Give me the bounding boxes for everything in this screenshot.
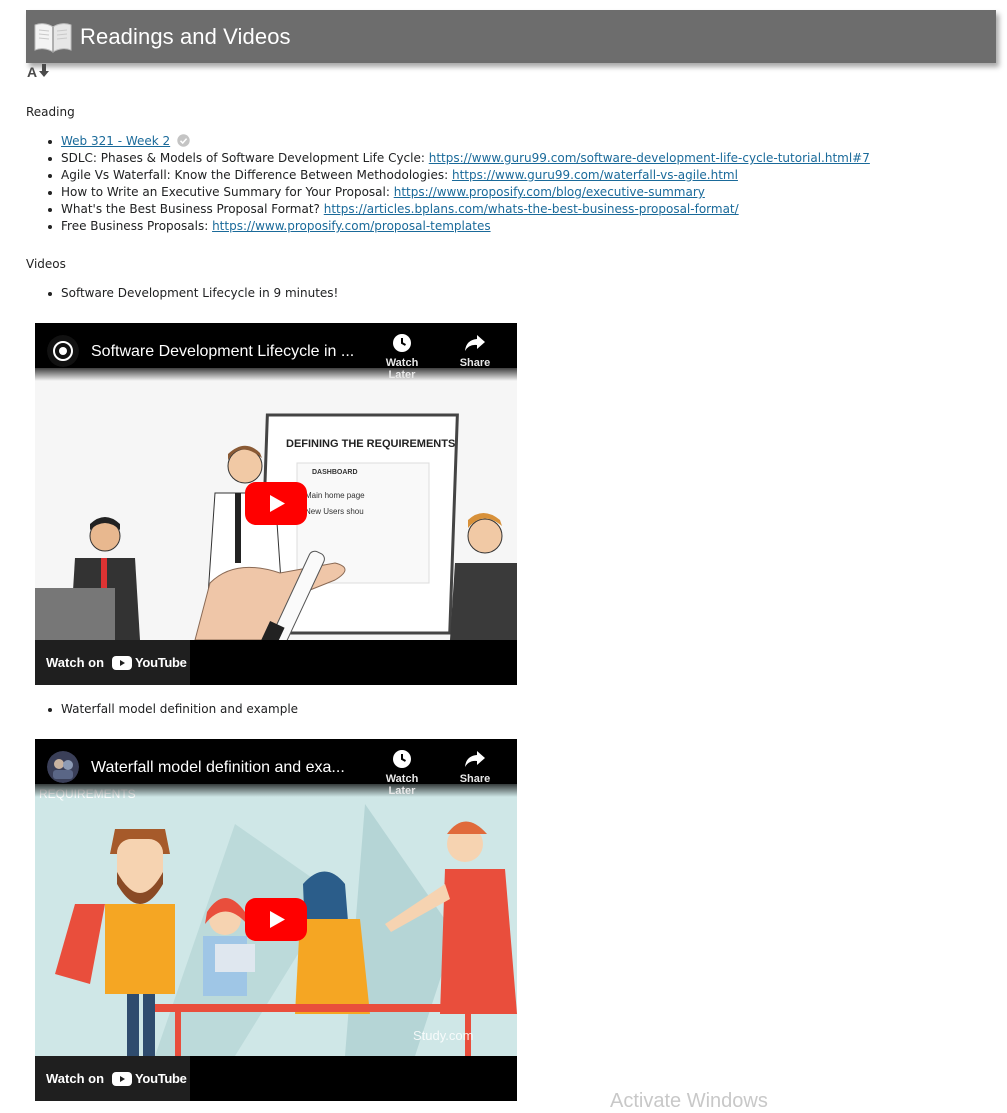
- share-label: Share: [459, 357, 491, 369]
- youtube-wordmark: YouTube: [135, 655, 187, 670]
- share-button[interactable]: Share: [447, 749, 503, 785]
- clock-icon: [393, 334, 411, 352]
- reading-link[interactable]: https://www.guru99.com/waterfall-vs-agil…: [452, 168, 738, 182]
- reading-link[interactable]: https://www.proposify.com/proposal-templ…: [212, 219, 491, 233]
- activate-windows-watermark: Activate Windows: [610, 1090, 768, 1112]
- svg-text:A: A: [27, 64, 37, 80]
- reading-list: Web 321 - Week 2 SDLC: Phases & Models o…: [48, 133, 870, 235]
- reading-heading: Reading: [26, 105, 75, 119]
- scene-text: New Users shou: [305, 507, 364, 516]
- reading-link[interactable]: https://www.guru99.com/software-developm…: [429, 151, 870, 165]
- share-button[interactable]: Share: [447, 333, 503, 369]
- reading-text: SDLC: Phases & Models of Software Develo…: [61, 151, 429, 165]
- channel-avatar[interactable]: [47, 335, 79, 367]
- list-item: Web 321 - Week 2: [48, 133, 870, 150]
- watch-on-youtube-button[interactable]: Watch on YouTube: [35, 1056, 190, 1101]
- list-item: Waterfall model definition and example: [47, 701, 299, 718]
- channel-avatar[interactable]: [47, 751, 79, 783]
- scene-text: Main home page: [305, 491, 365, 500]
- youtube-icon: [112, 655, 133, 670]
- watch-on-youtube-button[interactable]: Watch on YouTube: [35, 640, 190, 685]
- videos-heading: Videos: [26, 257, 66, 271]
- video-caption: Software Development Lifecycle in 9 minu…: [61, 286, 339, 300]
- scene-text: DEFINING THE REQUIREMENTS: [286, 438, 455, 450]
- list-item: Software Development Lifecycle in 9 minu…: [47, 285, 339, 302]
- scene-text: DASHBOARD: [312, 469, 358, 476]
- reading-text: Agile Vs Waterfall: Know the Difference …: [61, 168, 452, 182]
- video-player[interactable]: REQUIREMENTS Study.com Waterfall mode: [35, 739, 517, 1101]
- list-item: SDLC: Phases & Models of Software Develo…: [48, 150, 870, 167]
- watch-on-label: Watch on: [46, 655, 105, 670]
- youtube-wordmark: YouTube: [135, 1071, 187, 1086]
- video-caption-list: Software Development Lifecycle in 9 minu…: [47, 285, 339, 302]
- page-title: Readings and Videos: [80, 23, 291, 49]
- video-caption: Waterfall model definition and example: [61, 702, 299, 716]
- video-title[interactable]: Waterfall model definition and exa...: [91, 759, 345, 777]
- youtube-logo: YouTube: [112, 1071, 187, 1086]
- scene-text: Study.com: [413, 1028, 473, 1043]
- watch-later-button[interactable]: Watch Later: [374, 333, 430, 381]
- list-item: Free Business Proposals: https://www.pro…: [48, 218, 870, 235]
- open-book-icon: [34, 22, 72, 53]
- reading-text: What's the Best Business Proposal Format…: [61, 202, 324, 216]
- reading-text: Free Business Proposals:: [61, 219, 213, 233]
- video-title[interactable]: Software Development Lifecycle in ...: [91, 343, 354, 361]
- video-player[interactable]: DEFINING THE REQUIREMENTS DASHBOARD Main…: [35, 323, 517, 685]
- sort-az-icon[interactable]: A: [27, 62, 51, 80]
- reading-link[interactable]: https://www.proposify.com/blog/executive…: [394, 185, 705, 199]
- clock-icon: [393, 750, 411, 768]
- play-button[interactable]: [245, 898, 307, 941]
- list-item: How to Write an Executive Summary for Yo…: [48, 184, 870, 201]
- video-caption-list: Waterfall model definition and example: [47, 701, 299, 718]
- watch-on-label: Watch on: [46, 1071, 105, 1086]
- play-button[interactable]: [245, 482, 307, 525]
- watch-later-label: Watch Later: [385, 773, 419, 797]
- youtube-logo: YouTube: [112, 655, 187, 670]
- watch-later-label: Watch Later: [385, 357, 419, 381]
- youtube-icon: [112, 1071, 133, 1086]
- reading-link[interactable]: https://articles.bplans.com/whats-the-be…: [324, 202, 739, 216]
- page-header: Readings and Videos: [26, 10, 996, 63]
- list-item: Agile Vs Waterfall: Know the Difference …: [48, 167, 870, 184]
- list-item: What's the Best Business Proposal Format…: [48, 201, 870, 218]
- check-circle-icon: [177, 134, 190, 147]
- reading-link[interactable]: Web 321 - Week 2: [61, 134, 170, 148]
- watch-later-button[interactable]: Watch Later: [374, 749, 430, 797]
- reading-text: How to Write an Executive Summary for Yo…: [61, 185, 394, 199]
- share-icon: [465, 751, 485, 767]
- share-icon: [465, 335, 485, 351]
- share-label: Share: [459, 773, 491, 785]
